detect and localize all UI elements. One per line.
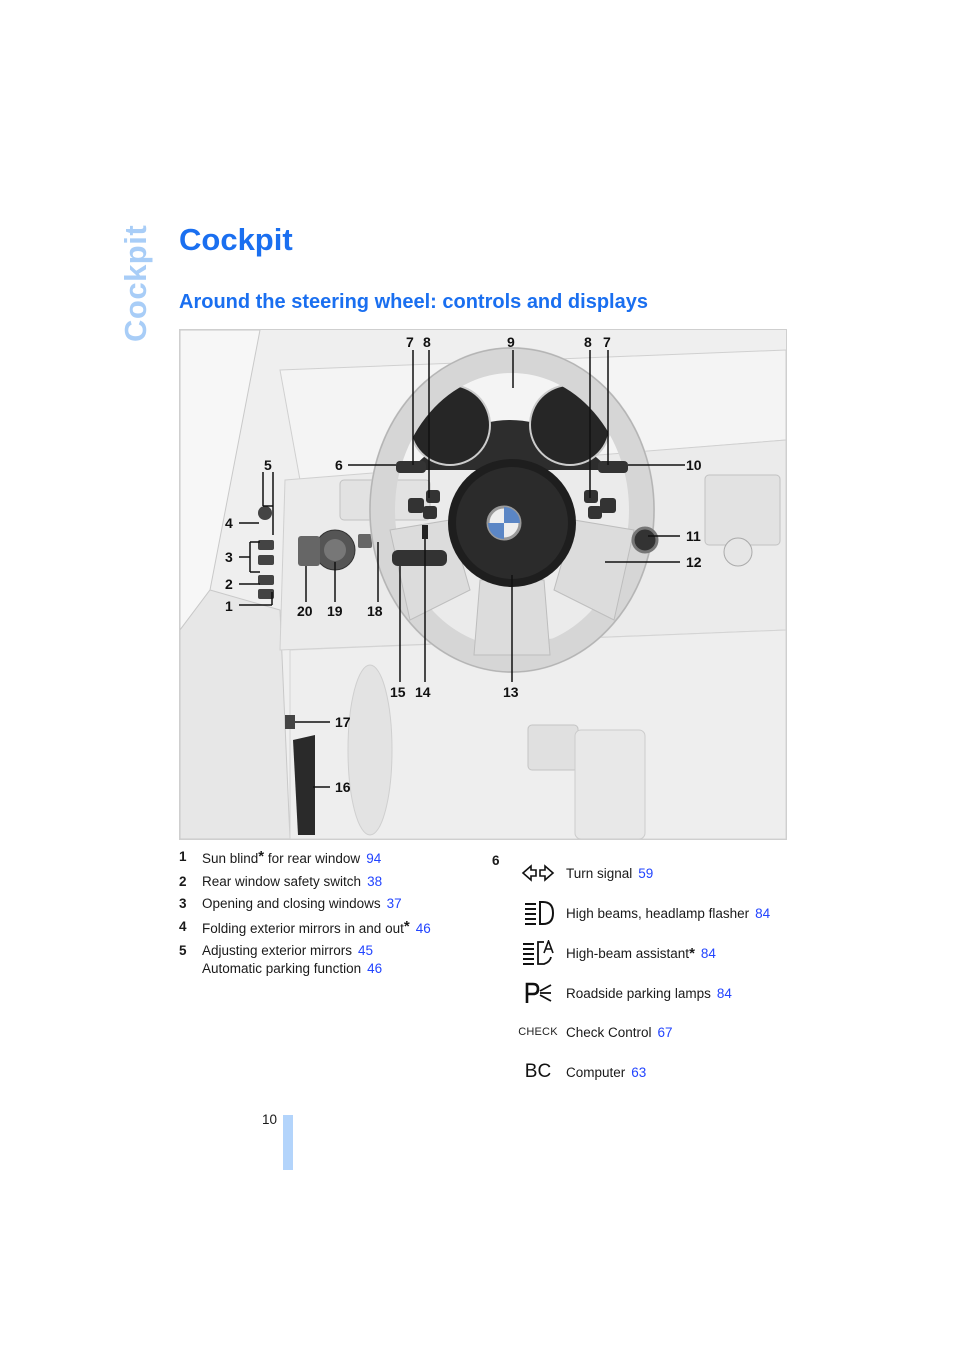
callout-15: 15 — [390, 684, 406, 700]
page-ref-link[interactable]: 84 — [717, 986, 732, 1001]
callout-14: 14 — [415, 684, 431, 700]
callout-7-right: 7 — [603, 334, 611, 350]
list-item: 5 Adjusting exterior mirrors 45 — [179, 942, 479, 960]
callout-20: 20 — [297, 603, 313, 619]
callout-7: 7 — [406, 334, 414, 350]
callout-10: 10 — [686, 457, 702, 473]
item-text: High-beam assistant — [566, 945, 690, 961]
item-number: 2 — [179, 873, 187, 889]
callout-5: 5 — [264, 457, 272, 473]
callout-13: 13 — [503, 684, 519, 700]
callout-16: 16 — [335, 779, 351, 795]
parking-lamps-icon — [516, 980, 560, 1006]
item-text: Adjusting exterior mirrors — [202, 943, 353, 958]
list-item-high-beam-assistant: High-beam assistant * 84 — [516, 940, 716, 966]
callout-4: 4 — [225, 515, 233, 531]
page-ref-link[interactable]: 45 — [358, 943, 373, 958]
check-control-icon: CHECK — [518, 1026, 558, 1038]
item-text: Computer — [566, 1064, 626, 1080]
item-text: High beams, headlamp flasher — [566, 905, 750, 921]
page-ref-link[interactable]: 67 — [658, 1025, 673, 1040]
list-item: Automatic parking function 46 — [179, 960, 479, 978]
high-beam-icon — [516, 900, 560, 926]
high-beam-assistant-icon — [516, 940, 560, 966]
page-ref-link[interactable]: 46 — [367, 961, 382, 976]
page-ref-link[interactable]: 59 — [638, 866, 653, 881]
item-number: 4 — [179, 918, 187, 934]
page-ref-link[interactable]: 84 — [755, 906, 770, 921]
list-item-high-beams: High beams, headlamp flasher 84 — [516, 900, 770, 926]
optional-star: * — [689, 944, 695, 962]
item-text-suffix: for rear window — [264, 851, 361, 866]
item-number — [179, 960, 202, 978]
callout-17: 17 — [335, 714, 351, 730]
list-item-turn-signal: Turn signal 59 — [516, 860, 653, 886]
list-item-check-control: CHECK Check Control 67 — [516, 1019, 673, 1045]
item-text: Roadside parking lamps — [566, 985, 711, 1001]
page-ref-link[interactable]: 84 — [701, 946, 716, 961]
callout-3: 3 — [225, 549, 233, 565]
page-title: Cockpit — [179, 222, 293, 257]
computer-icon: BC — [524, 1061, 552, 1082]
page-ref-link[interactable]: 94 — [366, 851, 381, 866]
list-item: 1 Sun blind* for rear window 94 — [179, 848, 479, 868]
item-text: Turn signal — [566, 865, 633, 881]
page-ref-link[interactable]: 63 — [631, 1065, 646, 1080]
cockpit-drawing — [180, 330, 786, 839]
cockpit-illustration: 7 8 9 8 7 6 10 5 4 3 2 1 11 12 20 19 18 … — [179, 329, 787, 840]
page-ref-link[interactable]: 37 — [387, 896, 402, 911]
callout-1: 1 — [225, 598, 233, 614]
page-ref-link[interactable]: 38 — [367, 874, 382, 889]
list-item-parking-lamps: Roadside parking lamps 84 — [516, 980, 732, 1006]
controls-list-left: 1 Sun blind * for rear window 94 2 Rear wi… — [179, 848, 479, 983]
callout-8-right: 8 — [584, 334, 592, 350]
page-number: 10 — [262, 1112, 278, 1127]
side-section-tab: Cockpit — [118, 224, 153, 342]
item-text: Folding exterior mirrors in and out — [202, 920, 404, 936]
callout-2: 2 — [225, 576, 233, 592]
callout-19: 19 — [327, 603, 343, 619]
page-ref-link[interactable]: 46 — [416, 921, 431, 936]
callout-8: 8 — [423, 334, 431, 350]
turn-signal-icon — [516, 860, 560, 886]
callout-12: 12 — [686, 554, 702, 570]
callout-18: 18 — [367, 603, 383, 619]
item-text: Check Control — [566, 1024, 652, 1040]
item-number: 5 — [179, 943, 187, 958]
list-item: 4 Folding exterior mirrors in and out* 46 — [179, 918, 479, 938]
item-text: Sun blind — [202, 851, 259, 866]
item-number-6: 6 — [492, 853, 500, 868]
list-item: 3 Opening and closing windows 37 — [179, 895, 479, 913]
callout-9: 9 — [507, 334, 515, 350]
item-text: Rear window safety switch — [202, 873, 362, 889]
item-text: Automatic parking function — [202, 961, 362, 976]
list-item: 2 Rear window safety switch 38 — [179, 873, 479, 891]
callout-11: 11 — [686, 528, 701, 544]
section-title: Around the steering wheel: controls and … — [179, 291, 648, 313]
item-text: Opening and closing windows — [202, 896, 381, 911]
item-number: 1 — [179, 849, 187, 864]
callout-6: 6 — [335, 457, 343, 473]
item-number: 3 — [179, 896, 187, 911]
optional-star: * — [403, 917, 410, 935]
list-item-computer: BC Computer 63 — [516, 1059, 647, 1085]
page-marker-bar — [283, 1115, 293, 1170]
